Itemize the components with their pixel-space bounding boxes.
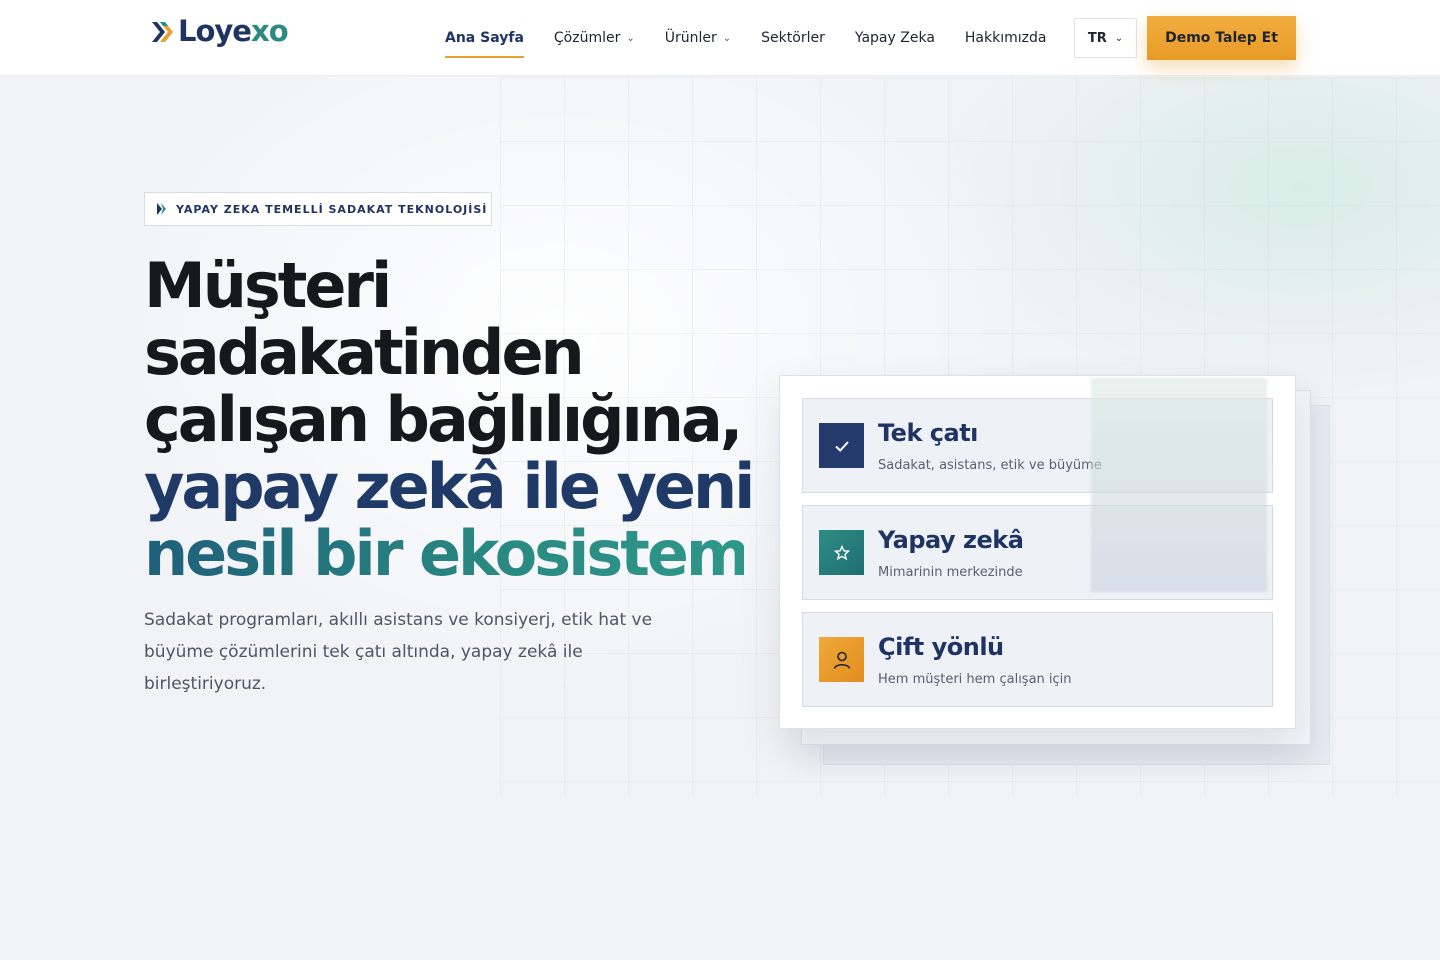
feature-subtitle: Hem müşteri hem çalışan için <box>878 672 1072 687</box>
brand-name: Loyexo <box>178 14 289 48</box>
nav-item-sektorler[interactable]: Sektörler <box>761 0 825 76</box>
feature-title: Yapay zekâ <box>878 526 1024 554</box>
hero-lead-text: Sadakat programları, akıllı asistans ve … <box>144 610 653 694</box>
decorative-glass-overlay <box>1091 378 1267 592</box>
nav-item-urunler[interactable]: Ürünler ⌄ <box>665 0 731 76</box>
nav-item-ana-sayfa[interactable]: Ana Sayfa <box>445 0 524 76</box>
feature-subtitle: Mimarinin merkezinde <box>878 565 1023 580</box>
logo-mark-icon <box>152 21 173 42</box>
nav-item-hakkimizda[interactable]: Hakkımızda <box>965 0 1047 76</box>
feature-subtitle: Sadakat, asistans, etik ve büyüme <box>878 458 1102 473</box>
nav-label: Ürünler <box>664 30 717 46</box>
headline-line-1: Müşteri <box>144 249 392 322</box>
user-icon <box>819 637 864 682</box>
nav-item-yapay-zeka[interactable]: Yapay Zeka <box>855 0 935 76</box>
nav-item-cozumler[interactable]: Çözümler ⌄ <box>554 0 635 76</box>
hero-badge-text: YAPAY ZEKA TEMELLİ SADAKAT TEKNOLOJİSİ <box>176 202 488 216</box>
headline-line-2: sadakatinden <box>144 316 585 389</box>
star-icon <box>819 530 864 575</box>
top-navbar: Loyexo Ana Sayfa Çözümler ⌄ Ürünler ⌄ Se… <box>0 0 1440 76</box>
language-label: TR <box>1087 30 1107 46</box>
hero-headline: Müşteri sadakatinden çalışan bağlılığına… <box>144 249 771 590</box>
headline-line-5: nesil bir ekosistem. <box>144 517 771 590</box>
logo-mark-icon <box>157 203 166 215</box>
headline-line-3: çalışan bağlılığına, <box>144 383 743 456</box>
main-nav: Ana Sayfa Çözümler ⌄ Ürünler ⌄ Sektörler… <box>445 0 1076 76</box>
check-icon <box>819 423 864 468</box>
nav-label: Hakkımızda <box>964 30 1047 46</box>
chevron-down-icon: ⌄ <box>1114 32 1124 44</box>
headline-line-4: yapay zekâ ile yeni <box>144 450 755 523</box>
nav-label: Yapay Zeka <box>854 30 935 46</box>
feature-title: Tek çatı <box>878 419 978 447</box>
demo-request-button[interactable]: Demo Talep Et <box>1147 16 1296 60</box>
nav-label: Ana Sayfa <box>445 30 524 46</box>
language-selector[interactable]: TR ⌄ <box>1074 18 1137 58</box>
brand-logo[interactable]: Loyexo <box>150 14 289 48</box>
feature-title: Çift yönlü <box>878 633 1004 661</box>
nav-label: Sektörler <box>761 30 825 46</box>
nav-label: Çözümler <box>553 30 621 46</box>
feature-card-cift-yonlu: Çift yönlü Hem müşteri hem çalışan için <box>802 612 1273 707</box>
hero-badge: YAPAY ZEKA TEMELLİ SADAKAT TEKNOLOJİSİ <box>144 192 492 226</box>
chevron-down-icon: ⌄ <box>722 32 732 44</box>
chevron-down-icon: ⌄ <box>626 32 635 44</box>
